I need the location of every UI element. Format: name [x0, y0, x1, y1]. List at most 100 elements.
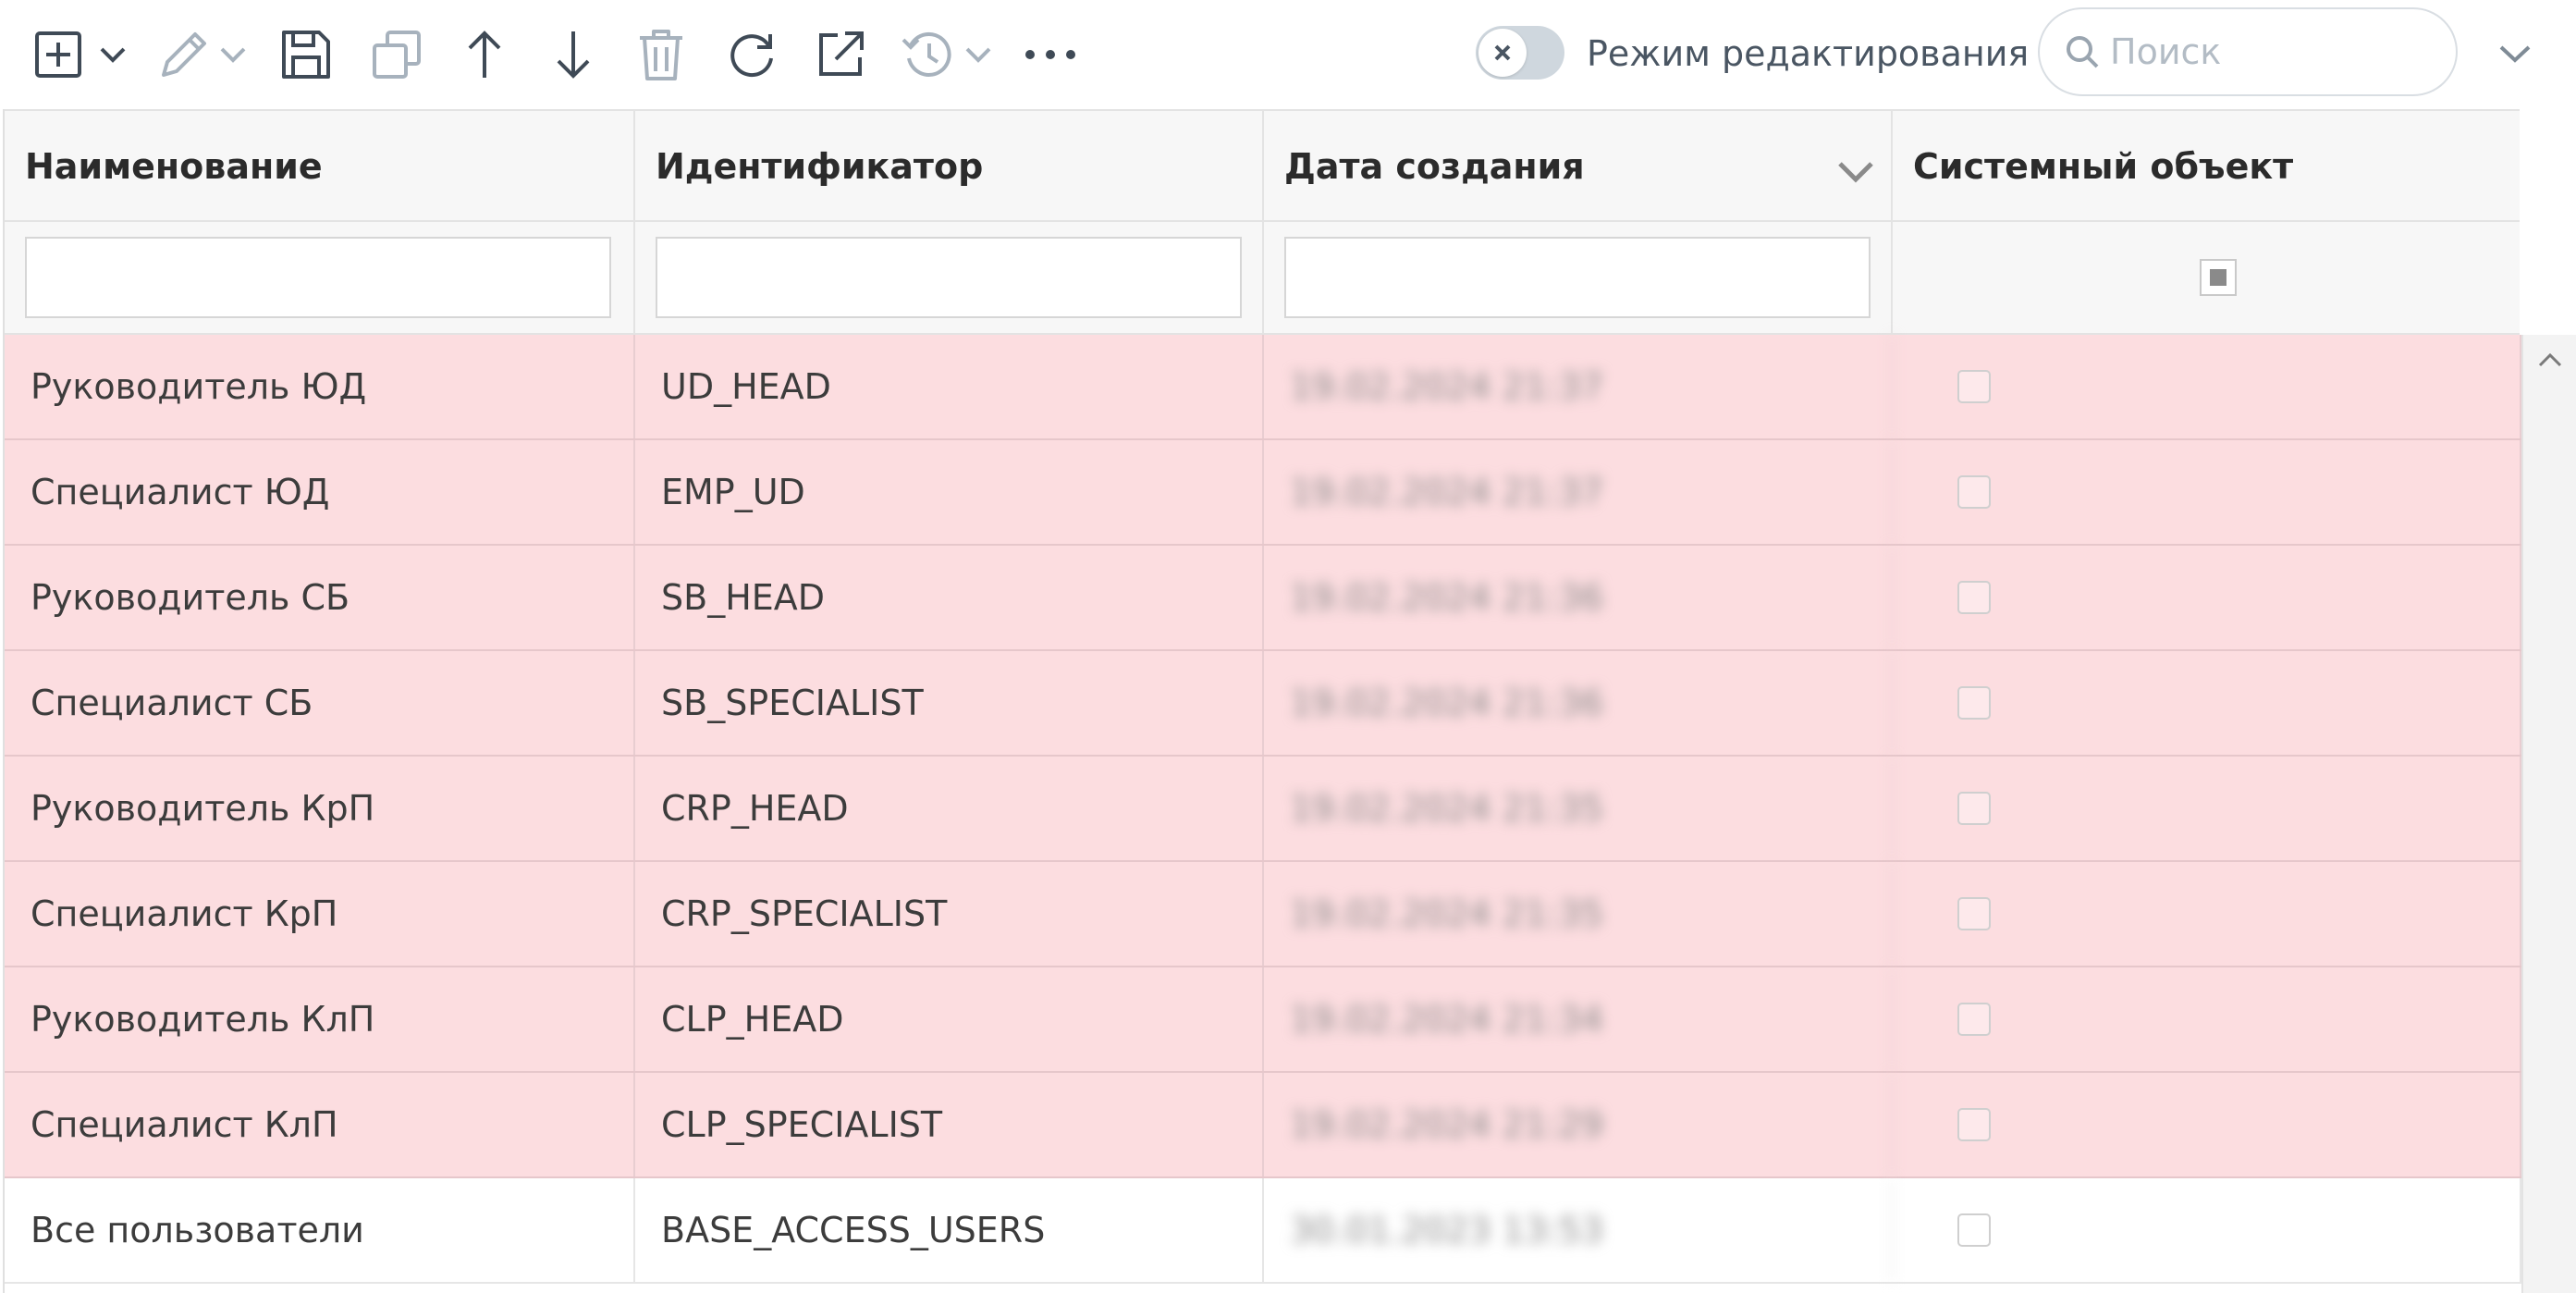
- filter-cell: [5, 222, 635, 333]
- column-header-label: Наименование: [25, 146, 323, 187]
- system-object-checkbox[interactable]: [1957, 1213, 1991, 1247]
- cell-identifier: CLP_HEAD: [635, 967, 1264, 1071]
- cell-system-object: [1893, 757, 2521, 860]
- system-object-checkbox[interactable]: [1957, 1003, 1991, 1036]
- cell-identifier: SB_HEAD: [635, 546, 1264, 649]
- cell-name: Руководитель КрП: [5, 757, 635, 860]
- table-row[interactable]: Специалист ЮД EMP_UD 19.02.2024 21:37: [5, 440, 2521, 546]
- column-header-identifier[interactable]: Идентификатор: [635, 111, 1264, 222]
- vertical-scrollbar[interactable]: [2521, 335, 2576, 1293]
- table-row[interactable]: Специалист СБ SB_SPECIALIST 19.02.2024 2…: [5, 651, 2521, 757]
- cell-identifier: UD_HEAD: [635, 335, 1264, 438]
- indeterminate-mark: [2210, 269, 2226, 286]
- cell-created-date: 19.02.2024 21:36: [1264, 651, 1893, 755]
- cell-name: Специалист ЮД: [5, 440, 635, 544]
- cell-system-object: [1893, 546, 2521, 649]
- cell-created-date: 19.02.2024 21:35: [1264, 757, 1893, 860]
- refresh-icon[interactable]: [721, 20, 782, 89]
- cell-name: Специалист СБ: [5, 651, 635, 755]
- cell-system-object: [1893, 1178, 2521, 1282]
- filter-system-checkbox[interactable]: [2200, 259, 2237, 296]
- app-window: Режим редактирования Наименование Иденти…: [0, 0, 2576, 1293]
- cell-created-date: 19.02.2024 21:34: [1264, 967, 1893, 1071]
- external-link-icon[interactable]: [808, 20, 873, 89]
- cell-identifier: CRP_HEAD: [635, 757, 1264, 860]
- more-icon[interactable]: [1017, 20, 1084, 89]
- cell-created-date: 19.02.2024 21:35: [1264, 862, 1893, 966]
- table-row[interactable]: Все пользователи BASE_ACCESS_USERS 30.01…: [5, 1178, 2521, 1284]
- grid-header: Наименование Идентификатор Дата создания…: [5, 109, 2521, 222]
- cell-identifier: BASE_ACCESS_USERS: [635, 1178, 1264, 1282]
- filter-cell: [1893, 222, 2521, 333]
- sort-desc-icon[interactable]: [1837, 152, 1874, 192]
- search-icon: [2062, 31, 2103, 72]
- column-header-created-date[interactable]: Дата создания: [1264, 111, 1893, 222]
- table-row[interactable]: Специалист КлП CLP_SPECIALIST 19.02.2024…: [5, 1073, 2521, 1178]
- cell-name: Руководитель КлП: [5, 967, 635, 1071]
- cell-created-date: 19.02.2024 21:29: [1264, 1073, 1893, 1176]
- column-header-label: Дата создания: [1284, 146, 1585, 187]
- scroll-up-icon[interactable]: [2523, 335, 2576, 385]
- filter-cell: [635, 222, 1264, 333]
- table-row[interactable]: Руководитель СБ SB_HEAD 19.02.2024 21:36: [5, 546, 2521, 651]
- column-header-label: Идентификатор: [656, 146, 984, 187]
- column-header-system-object[interactable]: Системный объект: [1893, 111, 2521, 222]
- cell-name: Руководитель ЮД: [5, 335, 635, 438]
- cell-identifier: SB_SPECIALIST: [635, 651, 1264, 755]
- cell-system-object: [1893, 1073, 2521, 1176]
- toolbar: Режим редактирования: [0, 0, 2576, 109]
- filter-name-input[interactable]: [25, 237, 611, 318]
- column-header-label: Системный объект: [1913, 146, 2294, 187]
- header-scroll-spacer: [2520, 109, 2576, 335]
- search-input[interactable]: [2108, 31, 2426, 73]
- cell-identifier: CLP_SPECIALIST: [635, 1073, 1264, 1176]
- system-object-checkbox[interactable]: [1957, 686, 1991, 720]
- system-object-checkbox[interactable]: [1957, 370, 1991, 403]
- cell-identifier: EMP_UD: [635, 440, 1264, 544]
- cell-system-object: [1893, 967, 2521, 1071]
- cell-created-date: 19.02.2024 21:37: [1264, 440, 1893, 544]
- cell-system-object: [1893, 335, 2521, 438]
- cell-system-object: [1893, 440, 2521, 544]
- system-object-checkbox[interactable]: [1957, 897, 1991, 930]
- filter-date-input[interactable]: [1284, 237, 1871, 318]
- data-grid: Наименование Идентификатор Дата создания…: [3, 109, 2521, 1293]
- arrow-down-icon[interactable]: [546, 20, 601, 89]
- save-icon[interactable]: [274, 20, 338, 89]
- arrow-up-icon[interactable]: [457, 20, 512, 89]
- add-icon[interactable]: [31, 20, 85, 89]
- table-row[interactable]: Руководитель КрП CRP_HEAD 19.02.2024 21:…: [5, 757, 2521, 862]
- cell-name: Руководитель СБ: [5, 546, 635, 649]
- table-row[interactable]: Специалист КрП CRP_SPECIALIST 19.02.2024…: [5, 862, 2521, 967]
- chevron-down-icon[interactable]: [89, 20, 137, 89]
- trash-icon[interactable]: [631, 20, 692, 89]
- cell-name: Все пользователи: [5, 1178, 635, 1282]
- chevron-down-icon[interactable]: [958, 20, 999, 89]
- edit-mode-label: Режим редактирования: [1587, 33, 2030, 74]
- table-row[interactable]: Руководитель КлП CLP_HEAD 19.02.2024 21:…: [5, 967, 2521, 1073]
- cell-name: Специалист КрП: [5, 862, 635, 966]
- cell-name: Специалист КлП: [5, 1073, 635, 1176]
- cell-system-object: [1893, 651, 2521, 755]
- filter-cell: [1264, 222, 1893, 333]
- copy-icon[interactable]: [364, 20, 429, 89]
- system-object-checkbox[interactable]: [1957, 792, 1991, 825]
- system-object-checkbox[interactable]: [1957, 1108, 1991, 1141]
- table-row[interactable]: Руководитель ЮД UD_HEAD 19.02.2024 21:37: [5, 335, 2521, 440]
- cell-system-object: [1893, 862, 2521, 966]
- system-object-checkbox[interactable]: [1957, 475, 1991, 509]
- column-header-name[interactable]: Наименование: [5, 111, 635, 222]
- history-icon[interactable]: [895, 20, 960, 89]
- chevron-down-icon[interactable]: [213, 20, 253, 89]
- cell-created-date: 30.01.2023 13:53: [1264, 1178, 1893, 1282]
- close-icon: [1478, 29, 1527, 77]
- edit-mode-toggle[interactable]: [1476, 26, 1564, 80]
- filter-identifier-input[interactable]: [656, 237, 1242, 318]
- search-box[interactable]: [2038, 7, 2458, 96]
- filter-row: [5, 222, 2521, 335]
- edit-icon[interactable]: [153, 20, 215, 89]
- cell-created-date: 19.02.2024 21:36: [1264, 546, 1893, 649]
- chevron-down-icon[interactable]: [2487, 28, 2543, 80]
- cell-identifier: CRP_SPECIALIST: [635, 862, 1264, 966]
- system-object-checkbox[interactable]: [1957, 581, 1991, 614]
